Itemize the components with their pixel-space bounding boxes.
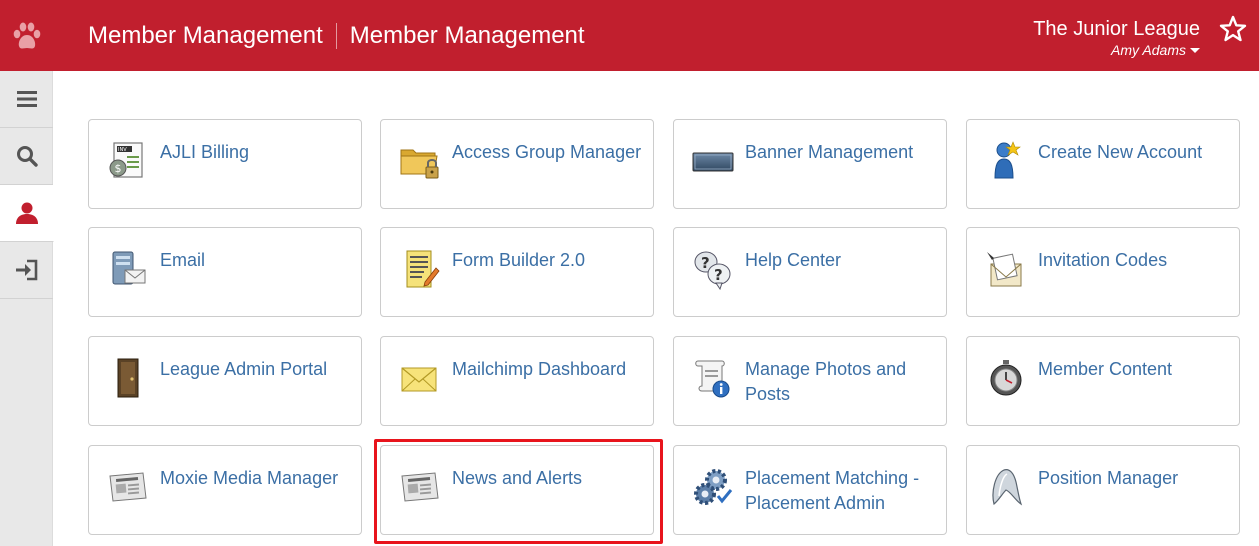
tile-label: Placement Matching - Placement Admin: [745, 468, 920, 513]
invoice-icon: INV $: [109, 142, 143, 178]
tile-email[interactable]: Email: [88, 227, 362, 317]
tile-banner-management[interactable]: Banner Management: [673, 119, 947, 209]
tile-form-builder[interactable]: Form Builder 2.0: [380, 227, 654, 317]
tile-label: League Admin Portal: [160, 359, 328, 379]
sidebar-item-search[interactable]: [0, 128, 53, 185]
locked-folder-icon: [400, 149, 439, 179]
org-name: The Junior League: [1033, 18, 1200, 40]
app-title: Member Management: [88, 21, 323, 49]
tile-label: Mailchimp Dashboard: [452, 359, 627, 379]
top-bar: Member Management Member Management The …: [0, 0, 1259, 71]
tile-league-admin-portal[interactable]: League Admin Portal: [88, 336, 362, 426]
door-icon: [117, 358, 139, 398]
tile-label: Form Builder 2.0: [452, 250, 586, 270]
svg-text:?: ?: [701, 254, 710, 272]
help-icon: ? ?: [694, 251, 731, 290]
user-menu-toggle[interactable]: Amy Adams: [1111, 42, 1200, 58]
sidebar: [0, 71, 54, 546]
tile-label: Manage Photos and Posts: [745, 359, 907, 404]
tile-label: News and Alerts: [452, 468, 583, 488]
search-icon: [16, 146, 38, 167]
tile-label: Access Group Manager: [452, 142, 642, 162]
tile-label: Help Center: [745, 250, 842, 270]
new-user-icon: [994, 141, 1021, 179]
sidebar-item-logout[interactable]: [0, 242, 53, 299]
tile-access-group-manager[interactable]: Access Group Manager: [380, 119, 654, 209]
svg-text:$: $: [115, 162, 122, 175]
favorite-star-icon[interactable]: [1219, 15, 1247, 43]
tile-mailchimp-dashboard[interactable]: Mailchimp Dashboard: [380, 336, 654, 426]
sidebar-item-menu[interactable]: [0, 71, 53, 128]
scroll-info-icon: [695, 360, 730, 398]
section-title: Member Management: [349, 21, 585, 49]
newspaper-icon: [401, 472, 439, 502]
page-title: Member Management Member Management: [88, 0, 585, 71]
logout-icon: [15, 259, 37, 281]
tile-label: Member Content: [1038, 359, 1173, 379]
tile-label: Invitation Codes: [1038, 250, 1168, 270]
caret-down-icon: [1190, 47, 1200, 53]
user-icon: [15, 202, 38, 224]
tile-label: Position Manager: [1038, 468, 1179, 488]
form-icon: [406, 250, 440, 288]
position-icon: [992, 469, 1023, 506]
tile-member-content[interactable]: Member Content: [966, 336, 1240, 426]
tile-moxie-media-manager[interactable]: Moxie Media Manager: [88, 445, 362, 535]
envelope-icon: [401, 367, 437, 392]
sidebar-item-user[interactable]: [0, 185, 54, 242]
invitation-icon: [987, 252, 1022, 287]
tile-label: Create New Account: [1038, 142, 1203, 162]
account-area: The Junior League Amy Adams: [1033, 16, 1200, 60]
tile-help-center[interactable]: ? ? Help Center: [673, 227, 947, 317]
tile-label: AJLI Billing: [160, 142, 250, 162]
paw-logo-icon[interactable]: [0, 0, 53, 71]
tile-create-new-account[interactable]: Create New Account: [966, 119, 1240, 209]
stopwatch-icon: [990, 360, 1022, 396]
menu-icon: [16, 91, 37, 107]
tile-ajli-billing[interactable]: INV $ AJLI Billing: [88, 119, 362, 209]
title-divider: [335, 22, 337, 49]
banner-icon: [692, 152, 734, 172]
tile-label: Email: [160, 250, 206, 270]
newspaper-icon: [109, 472, 147, 502]
tile-news-and-alerts[interactable]: News and Alerts: [380, 445, 654, 535]
tile-position-manager[interactable]: Position Manager: [966, 445, 1240, 535]
tile-invitation-codes[interactable]: Invitation Codes: [966, 227, 1240, 317]
tile-label: Moxie Media Manager: [160, 468, 339, 488]
gears-icon: [694, 469, 733, 505]
svg-text:INV: INV: [118, 147, 127, 153]
tile-label: Banner Management: [745, 142, 914, 162]
tile-manage-photos-posts[interactable]: Manage Photos and Posts: [673, 336, 947, 426]
user-name: Amy Adams: [1111, 42, 1186, 58]
tile-placement-matching[interactable]: Placement Matching - Placement Admin: [673, 445, 947, 535]
svg-text:?: ?: [714, 266, 723, 284]
email-server-icon: [112, 251, 146, 285]
